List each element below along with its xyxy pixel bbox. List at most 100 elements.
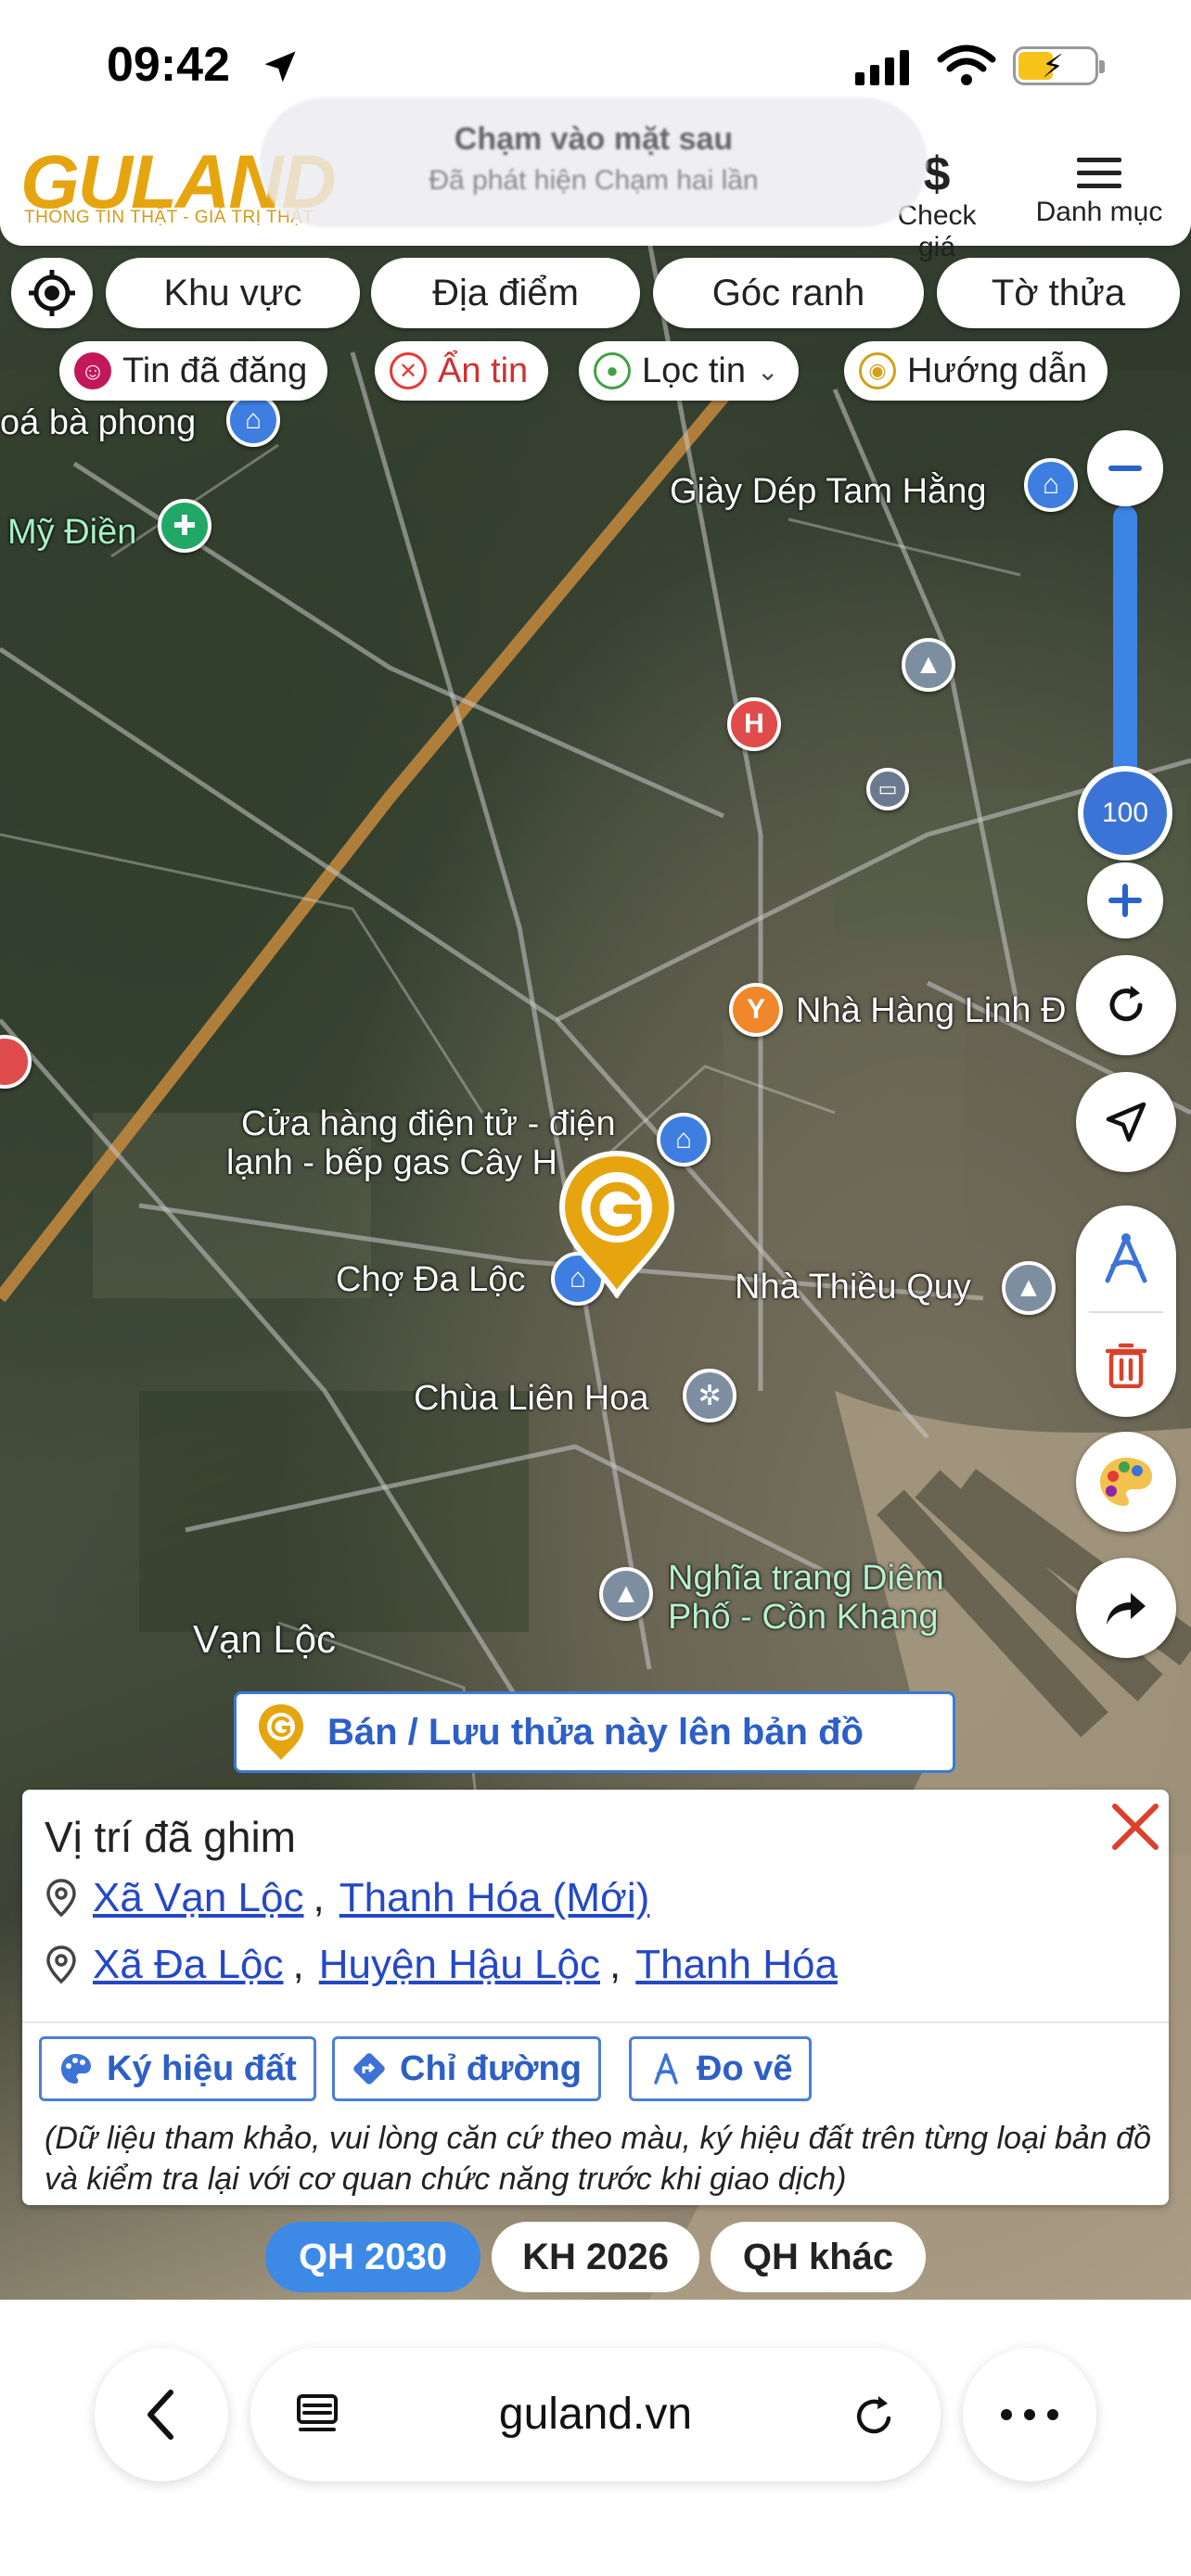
close-icon[interactable] (1108, 1799, 1163, 1855)
chip-an-tin[interactable]: ✕ Ẩn tin (375, 341, 549, 401)
back-tap-toast: Chạm vào mặt sau Đã phát hiện Chạm hai l… (260, 97, 928, 227)
map-pin-icon (46, 1945, 76, 1984)
restaurant-pin-icon[interactable]: Y (729, 983, 783, 1037)
chip-goc-ranh[interactable]: Góc ranh (653, 258, 924, 328)
map-label: Chùa Liên Hoa (414, 1379, 649, 1418)
chip-label: Ẩn tin (438, 351, 529, 390)
layer-style-button[interactable] (1076, 1432, 1176, 1532)
tab-kh-2026[interactable]: KH 2026 (492, 2222, 699, 2292)
address-bar[interactable]: guland.vn (250, 2348, 941, 2481)
address-commune-link[interactable]: Xã Vạn Lộc (93, 1875, 304, 1921)
map-label: Giày Dép Tam Hằng (670, 472, 987, 511)
guland-location-pin[interactable] (557, 1150, 677, 1298)
filter-pin-icon: ● (594, 352, 631, 389)
draw-tools-group (1076, 1205, 1176, 1417)
panel-title: Vị trí đã ghim (45, 1813, 296, 1861)
tab-qh-2030[interactable]: QH 2030 (265, 2222, 480, 2292)
delete-drawing-button[interactable] (1076, 1313, 1176, 1417)
share-button[interactable] (1076, 1558, 1176, 1658)
toast-title: Chạm vào mặt sau (454, 121, 734, 157)
compass-draw-icon (654, 2053, 678, 2085)
hospital-pin-icon[interactable]: H (727, 697, 781, 751)
chip-label: Lọc tin (642, 351, 746, 390)
status-time: 09:42 (107, 38, 230, 92)
refresh-icon (1109, 986, 1143, 1022)
chip-label: Hướng dẫn (907, 351, 1088, 390)
directions-button[interactable]: Chỉ đường (332, 2036, 601, 2101)
app-root: oá bà phong ⌂ Mỹ Điền ✚ Giày Dép Tam Hằn… (0, 0, 1191, 2576)
hamburger-icon (1077, 158, 1121, 188)
map-label: lạnh - bếp gas Cây H (226, 1143, 557, 1182)
zoom-in-button[interactable] (1087, 862, 1163, 938)
cemetery-pin-icon[interactable]: ▲ (599, 1567, 653, 1621)
reload-icon[interactable] (850, 2391, 900, 2441)
temple-pin-icon[interactable]: ✲ (683, 1369, 736, 1422)
address-province-link[interactable]: Thanh Hóa (Mới) (339, 1875, 650, 1921)
panel-divider (22, 2021, 1169, 2023)
chevron-left-icon (147, 2390, 173, 2440)
bus-stop-icon[interactable]: ▭ (866, 768, 909, 810)
crosshair-icon (29, 270, 75, 316)
navigate-button[interactable] (1076, 1072, 1176, 1172)
share-arrow-icon (1107, 1593, 1146, 1625)
sell-save-plot-button[interactable]: Bán / Lưu thửa này lên bản đồ (234, 1691, 955, 1773)
wifi-icon (937, 45, 996, 85)
address-separator: , (609, 1942, 621, 1987)
menu-button[interactable]: Danh mục (1030, 148, 1169, 228)
address-separator: , (313, 1875, 325, 1920)
chip-to-thua[interactable]: Tờ thửa (937, 258, 1180, 328)
zoom-out-button[interactable] (1087, 430, 1163, 506)
school-pin-icon[interactable]: ✚ (158, 499, 211, 553)
chip-label: Tin đã đăng (122, 351, 308, 390)
chip-dia-diem[interactable]: Địa điểm (371, 258, 640, 328)
location-arrow-icon (264, 51, 296, 83)
guide-icon: ◉ (859, 352, 896, 389)
plus-icon (1108, 884, 1142, 917)
shop-pin-icon[interactable]: ⌂ (1024, 458, 1078, 512)
cellular-signal-icon (855, 48, 909, 85)
measure-label: Đo vẽ (697, 2048, 793, 2088)
posted-icon: ☺ (74, 352, 111, 389)
hide-icon: ✕ (390, 352, 427, 389)
chip-loc-tin[interactable]: ● Lọc tin ⌄ (579, 341, 800, 401)
url-text: guland.vn (498, 2390, 693, 2439)
directions-label: Chỉ đường (400, 2048, 582, 2088)
graduation-pin-icon[interactable]: ▲ (902, 638, 955, 692)
map-label: Nghĩa trang Diêm (668, 1559, 944, 1598)
map-label: Mỹ Điền (7, 513, 137, 552)
sell-banner-label: Bán / Lưu thửa này lên bản đồ (327, 1711, 864, 1753)
chevron-down-icon: ⌄ (756, 356, 779, 386)
chip-huong-dan[interactable]: ◉ Hướng dẫn (844, 341, 1108, 401)
shop-pin-icon[interactable]: ⌂ (226, 393, 280, 447)
graduation-pin-icon[interactable]: ▲ (1002, 1261, 1056, 1315)
address-separator: , (292, 1942, 304, 1987)
address-district-link[interactable]: Huyện Hậu Lộc (319, 1942, 600, 1988)
guland-pin-icon (558, 1150, 675, 1298)
navigation-arrow-icon (1106, 1102, 1146, 1142)
directions-icon (353, 2053, 385, 2085)
refresh-button[interactable] (1076, 955, 1176, 1055)
chip-tin-da-dang[interactable]: ☺ Tin đã đăng (59, 341, 328, 401)
map-label: oá bà phong (0, 403, 197, 442)
palette-icon (1100, 1458, 1152, 1506)
logo-tagline: THÔNG TIN THẬT - GIÁ TRỊ THẬT (24, 208, 314, 227)
measure-draw-button[interactable] (1076, 1205, 1176, 1311)
zoom-slider[interactable] (1113, 505, 1137, 802)
minus-icon (1108, 465, 1142, 471)
ellipsis-icon (1001, 2409, 1058, 2420)
tab-qh-khac[interactable]: QH khác (711, 2222, 926, 2292)
address-province-link[interactable]: Thanh Hóa (635, 1942, 838, 1988)
measure-button[interactable]: Đo vẽ (629, 2036, 813, 2101)
map-label: Nhà Hàng Linh Đ (796, 991, 1067, 1030)
address-commune-link[interactable]: Xã Đa Lộc (93, 1942, 283, 1988)
zoom-level-handle[interactable]: 100 (1078, 766, 1172, 861)
more-options-button[interactable] (963, 2348, 1096, 2481)
browser-toolbar: guland.vn (0, 2302, 1191, 2576)
battery-icon: ⚡ (1013, 46, 1105, 85)
land-symbol-button[interactable]: Ký hiệu đất (39, 2036, 316, 2101)
chip-khu-vuc[interactable]: Khu vực (106, 258, 360, 328)
back-button[interactable] (95, 2348, 228, 2481)
map-label: Phố - Cồn Khang (668, 1598, 939, 1637)
my-location-button[interactable] (11, 258, 93, 328)
map-label: Nhà Thiều Quy (735, 1268, 971, 1307)
